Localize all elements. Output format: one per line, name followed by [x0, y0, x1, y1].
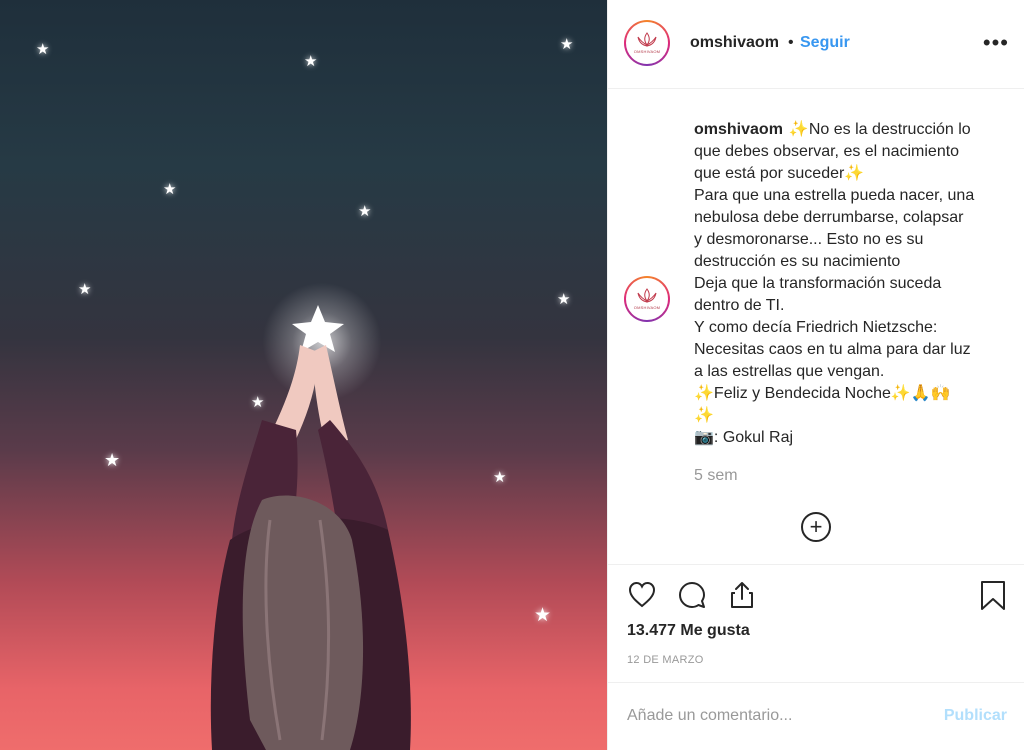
caption-line: nebulosa debe derrumbarse, colapsar — [694, 209, 964, 226]
caption-line: que debes observar, es el nacimiento — [694, 143, 960, 160]
avatar[interactable]: OMSHIVAOM — [624, 20, 670, 66]
sparkles-emoji: ✨ — [788, 121, 809, 138]
caption-line: que está por suceder — [694, 165, 845, 182]
pray-emoji: 🙏 — [910, 385, 931, 402]
avatar-text: OMSHIVAOM — [633, 305, 661, 310]
post-date[interactable]: 12 DE MARZO — [627, 654, 704, 666]
publish-button[interactable]: Publicar — [944, 707, 1007, 725]
caption-age[interactable]: 5 sem — [694, 467, 738, 485]
caption-line: dentro de TI. — [694, 297, 785, 314]
caption-line: Feliz y Bendecida Noche — [713, 385, 891, 402]
more-horizontal-icon[interactable]: ••• — [983, 30, 1009, 56]
bookmark-icon[interactable] — [977, 579, 1009, 611]
follow-button[interactable]: Seguir — [800, 34, 850, 52]
caption-line: Necesitas caos en tu alma para dar luz — [694, 341, 971, 358]
camera-emoji: 📷 — [694, 429, 714, 446]
post-image[interactable]: ★ ★ ★ ★ ★ ★ ★ ★ ★ ★ ★ — [0, 0, 607, 750]
caption-line: Deja que la transformación suceda — [694, 275, 942, 292]
avatar-text: OMSHIVAOM — [633, 49, 661, 54]
sparkles-emoji: ✨ — [694, 407, 714, 424]
separator-dot: • — [788, 34, 794, 51]
lotus-logo-icon — [637, 288, 657, 303]
lotus-logo-icon — [637, 32, 657, 47]
sparkles-emoji: ✨ — [890, 385, 911, 402]
post-details-panel: OMSHIVAOM omshivaom • Seguir ••• OMSHIVA… — [607, 0, 1024, 750]
heart-icon[interactable] — [626, 579, 658, 611]
caption-line: Para que una estrella pueda nacer, una — [694, 187, 975, 204]
raised-hands-emoji: 🙌 — [930, 385, 951, 402]
caption-line: : Gokul Raj — [713, 429, 794, 446]
like-count[interactable]: 13.477 Me gusta — [627, 622, 750, 640]
share-icon[interactable] — [726, 579, 758, 611]
girl-reaching-star-illustration — [210, 305, 411, 750]
caption-username[interactable]: omshivaom — [694, 121, 783, 138]
caption-line: Y como decía Friedrich Nietzsche: — [694, 319, 938, 336]
comment-icon[interactable] — [676, 579, 708, 611]
sparkles-emoji: ✨ — [844, 165, 865, 182]
comment-bar: Publicar — [608, 682, 1024, 750]
post-header: OMSHIVAOM omshivaom • Seguir ••• — [608, 0, 1024, 89]
header-username[interactable]: omshivaom — [690, 34, 779, 52]
caption-line: a las estrellas que vengan. — [694, 363, 885, 380]
caption-avatar[interactable]: OMSHIVAOM — [624, 276, 670, 322]
caption-line: y desmoronarse... Esto no es su — [694, 231, 924, 248]
caption-line: No es la destrucción lo — [808, 121, 971, 138]
plus-circle-icon[interactable]: + — [801, 512, 831, 542]
sparkles-emoji: ✨ — [694, 385, 714, 402]
caption-line: destrucción es su nacimiento — [694, 253, 901, 270]
post-caption: omshivaom ✨No es la destrucción lo que de… — [694, 119, 994, 449]
comment-input[interactable] — [627, 707, 927, 725]
